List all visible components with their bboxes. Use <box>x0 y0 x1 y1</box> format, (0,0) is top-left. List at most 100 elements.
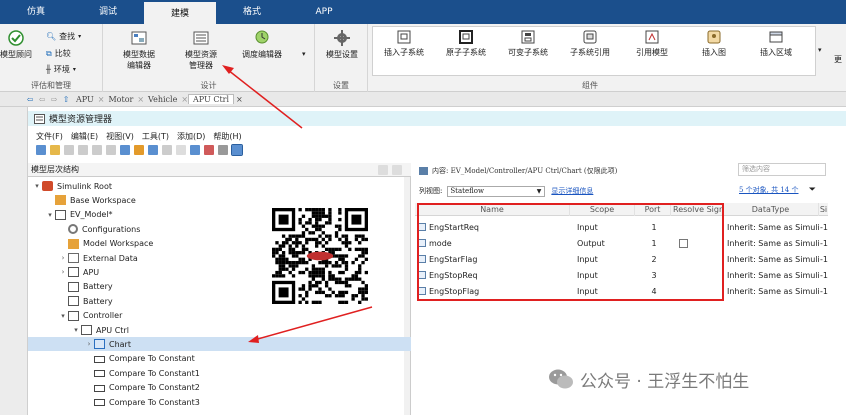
open-folder-icon[interactable] <box>50 145 60 155</box>
schedule-editor-button[interactable]: 调度编辑器 <box>233 30 291 60</box>
expand-toggle-icon[interactable]: › <box>58 254 68 262</box>
menu-add[interactable]: 添加(D) <box>177 131 205 142</box>
menu-help[interactable]: 帮助(H) <box>213 131 241 142</box>
up-arrow-icon[interactable]: ⇧ <box>60 95 72 104</box>
tree-node[interactable]: ▾ Controller <box>28 309 411 323</box>
col-header-size[interactable]: Si <box>819 203 828 216</box>
find-button[interactable]: 🔍︎ 查找 ▾ <box>46 31 81 42</box>
qr-module <box>354 237 359 242</box>
environment-button[interactable]: ╫ 环境 ▾ <box>46 64 76 75</box>
breadcrumb-close-icon[interactable]: × <box>137 95 144 104</box>
subsystem-reference-button[interactable]: 子系统引用 <box>566 30 614 58</box>
breadcrumb-item-active[interactable]: APU Ctrl <box>188 94 235 104</box>
insert-image-button[interactable]: 插入图 <box>690 30 738 58</box>
show-details-link[interactable]: 显示详细信息 <box>551 186 593 196</box>
column-view-select[interactable]: Stateflow ▼ <box>447 185 546 197</box>
menu-view[interactable]: 视图(V) <box>106 131 134 142</box>
table-row[interactable]: EngStopReq Input 3 Inherit: Same as Simulin… <box>415 268 828 283</box>
qr-module <box>281 244 286 248</box>
tree-node[interactable]: Compare To Constant3 <box>28 395 411 409</box>
filter-icon[interactable] <box>392 165 402 175</box>
copy-icon[interactable] <box>78 145 88 155</box>
tab-debug[interactable]: 调试 <box>72 0 144 24</box>
tree-node[interactable]: Compare To Constant <box>28 352 411 366</box>
variant-subsystem-button[interactable]: 可变子系统 <box>504 30 552 58</box>
fx-icon[interactable] <box>176 145 186 155</box>
table-row[interactable]: EngStartReq Input 1 Inherit: Same as Simuli… <box>415 220 828 235</box>
breadcrumb-item[interactable]: Motor <box>104 95 137 104</box>
tree-node[interactable]: › Chart <box>28 337 411 352</box>
breadcrumb-item[interactable]: Vehicle <box>144 95 181 104</box>
col-header-name[interactable]: Name <box>415 203 570 216</box>
collapse-arrow-icon[interactable]: ⇦ <box>24 95 36 104</box>
design-group-dropdown[interactable]: ▾ <box>302 50 306 58</box>
tree-node[interactable]: ▾ APU Ctrl <box>28 323 411 337</box>
link-icon[interactable] <box>190 145 200 155</box>
model-data-editor-button[interactable]: 模型数据 编辑器 <box>111 30 167 71</box>
qr-module <box>334 231 339 235</box>
filter-input[interactable]: 筛选内容 <box>738 163 826 176</box>
qr-module <box>311 300 316 304</box>
col-header-datatype[interactable]: DataType <box>723 203 819 216</box>
col-header-port[interactable]: Port <box>635 203 671 216</box>
back-arrow-icon[interactable]: ⇦ <box>36 95 48 104</box>
qr-module <box>298 300 302 304</box>
tree-node[interactable]: Compare To Constant2 <box>28 381 411 395</box>
paste-icon[interactable] <box>92 145 102 155</box>
tab-modeling[interactable]: 建模 <box>144 0 216 24</box>
menu-file[interactable]: 文件(F) <box>36 131 63 142</box>
delete-icon[interactable] <box>106 145 116 155</box>
resolve-signal-checkbox[interactable] <box>679 239 688 248</box>
col-header-scope[interactable]: Scope <box>570 203 635 216</box>
insert-area-button[interactable]: 插入区域 <box>752 30 800 58</box>
highlight-icon[interactable] <box>204 145 214 155</box>
breadcrumb-close-icon[interactable]: × <box>98 95 105 104</box>
tree-node[interactable]: Compare To Constant1 <box>28 366 411 380</box>
cut-icon[interactable] <box>64 145 74 155</box>
forward-arrow-icon[interactable]: ⇨ <box>48 95 60 104</box>
edit-icon[interactable] <box>378 165 388 175</box>
reference-model-button[interactable]: 引用模型 <box>628 30 676 58</box>
more-label[interactable]: 更 <box>834 54 842 65</box>
qr-module <box>321 211 325 215</box>
new-icon[interactable] <box>36 145 46 155</box>
insert-subsystem-button[interactable]: 插入子系统 <box>380 30 428 58</box>
menu-tools[interactable]: 工具(T) <box>142 131 169 142</box>
expand-toggle-icon[interactable]: › <box>58 268 68 276</box>
gallery-scroll-arrow[interactable]: ▾ <box>818 46 822 54</box>
function-icon[interactable] <box>162 145 172 155</box>
model-advisor-button[interactable]: 模型顾问 <box>0 30 36 60</box>
col-header-resolve[interactable]: Resolve Signal <box>671 203 723 216</box>
expand-toggle-icon[interactable]: ▾ <box>58 312 68 320</box>
expand-toggle-icon[interactable]: › <box>84 340 94 348</box>
breadcrumb-close-icon[interactable]: × <box>234 95 243 104</box>
qr-module <box>281 241 286 245</box>
stateflow-data-icon[interactable] <box>148 145 158 155</box>
object-count-link[interactable]: 5 个对象, 共 14 个 <box>739 186 799 194</box>
qr-module <box>324 280 329 285</box>
qr-module <box>324 260 329 265</box>
data-icon[interactable] <box>120 145 130 155</box>
expand-toggle-icon[interactable]: ▾ <box>32 182 42 190</box>
expand-toggle-icon[interactable]: ▾ <box>45 211 55 219</box>
menu-edit[interactable]: 编辑(E) <box>71 131 98 142</box>
breadcrumb-item[interactable]: APU <box>72 95 98 104</box>
breadcrumb-close-icon[interactable]: × <box>181 95 188 104</box>
tab-simulation[interactable]: 仿真 <box>0 0 72 24</box>
filter-funnel-icon[interactable]: ⏷ <box>809 185 816 195</box>
compare-button[interactable]: ⧉ 比较 <box>46 48 71 59</box>
tab-apps[interactable]: APP <box>288 0 360 24</box>
event-icon[interactable] <box>134 145 144 155</box>
expand-toggle-icon[interactable]: ▾ <box>71 326 81 334</box>
table-row[interactable]: EngStarFlag Input 2 Inherit: Same as Simuli… <box>415 252 828 267</box>
tab-format[interactable]: 格式 <box>216 0 288 24</box>
table-row[interactable]: mode Output 1 Inherit: Same as Simulink-1 <box>415 236 828 251</box>
model-settings-button[interactable]: 模型设置 <box>317 30 367 60</box>
model-explorer-button[interactable]: 模型资源 管理器 <box>173 30 229 71</box>
properties-icon[interactable] <box>218 145 228 155</box>
table-row[interactable]: EngStopFlag Input 4 Inherit: Same as Simuli… <box>415 284 828 299</box>
grid-icon[interactable] <box>231 144 243 156</box>
tree-node[interactable]: ▾ Simulink Root <box>28 179 411 193</box>
tree-node[interactable]: Base Workspace <box>28 193 411 207</box>
atomic-subsystem-button[interactable]: 原子子系统 <box>442 30 490 58</box>
